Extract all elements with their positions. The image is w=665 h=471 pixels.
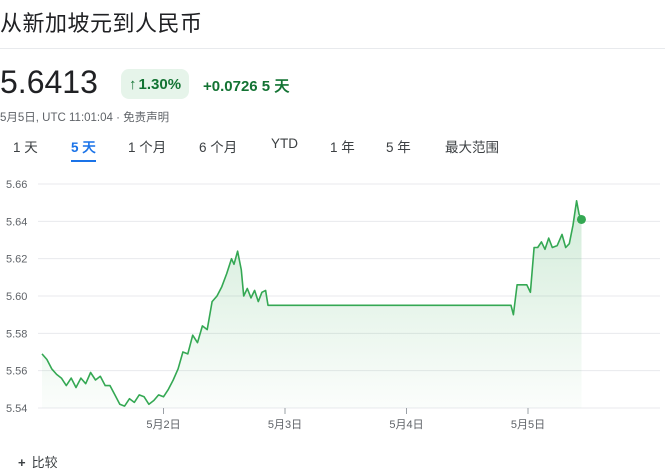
x-tick-label: 5月3日	[268, 419, 302, 431]
x-tick-label: 5月5日	[511, 419, 545, 431]
tab-1d[interactable]: 1 天	[13, 136, 38, 156]
tab-1y[interactable]: 1 年	[330, 136, 355, 156]
absolute-change: +0.0726 5 天	[203, 78, 290, 95]
tab-1m[interactable]: 1 个月	[128, 136, 166, 156]
current-point-marker	[576, 214, 586, 224]
tab-5d[interactable]: 5 天	[71, 136, 96, 162]
y-tick-label: 5.64	[6, 216, 27, 228]
y-tick-label: 5.58	[6, 328, 27, 340]
compare-button[interactable]: + 比较	[18, 452, 58, 471]
page-title: 从新加坡元到人民币	[0, 11, 203, 36]
arrow-up-icon: ↑	[129, 75, 137, 93]
tab-6m[interactable]: 6 个月	[199, 136, 237, 156]
tab-ytd[interactable]: YTD	[271, 136, 298, 151]
y-tick-label: 5.66	[6, 179, 27, 191]
x-tick-label: 5月4日	[389, 419, 423, 431]
series-area-fill	[42, 200, 582, 408]
y-tick-label: 5.60	[6, 291, 27, 303]
tab-5y[interactable]: 5 年	[386, 136, 411, 156]
y-tick-label: 5.62	[6, 254, 27, 266]
percent-change-value: 1.30%	[138, 75, 182, 93]
tab-max[interactable]: 最大范围	[445, 136, 499, 156]
plus-icon: +	[18, 455, 26, 470]
x-tick-label: 5月2日	[146, 419, 180, 431]
y-tick-label: 5.56	[6, 366, 27, 378]
header-divider	[0, 48, 665, 49]
timestamp-disclaimer: 5月5日, UTC 11:01:04 · 免责声明	[0, 112, 170, 124]
price-chart[interactable]: 5.54 5.56 5.58 5.60 5.62 5.64 5.66 5月2日 5月3日 5月4日…	[0, 170, 665, 450]
compare-label: 比较	[31, 455, 58, 470]
percent-change-badge: ↑ 1.30%	[121, 69, 190, 99]
y-tick-label: 5.54	[6, 403, 27, 415]
current-price: 5.6413	[0, 64, 98, 100]
